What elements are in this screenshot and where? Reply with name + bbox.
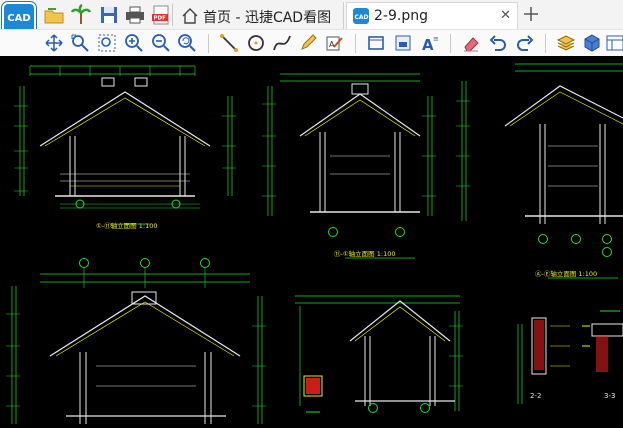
curve-icon[interactable] xyxy=(272,33,292,53)
zoom-window-icon[interactable] xyxy=(70,33,90,53)
app-logo-text: CAD xyxy=(7,13,31,24)
elevation-bottom-middle xyxy=(295,295,463,413)
panel-icon[interactable] xyxy=(605,33,623,53)
tab-drawing-label: 2-9.png xyxy=(374,8,428,24)
drawing-canvas[interactable]: ①-⑪轴立面图 1:100 ⑪-①轴立面图 1:100 Ⓐ-Ⓔ轴立面图 1:10… xyxy=(0,56,623,424)
layout-icon[interactable] xyxy=(393,33,413,53)
section-details: 2-2 3-3 xyxy=(517,310,623,404)
svg-text:≡: ≡ xyxy=(433,35,439,43)
pan-icon[interactable] xyxy=(44,33,64,53)
pdf-icon[interactable]: PDF xyxy=(150,4,172,26)
cad-drawing: ①-⑪轴立面图 1:100 ⑪-①轴立面图 1:100 Ⓐ-Ⓔ轴立面图 1:10… xyxy=(6,63,623,424)
svg-text:CAD: CAD xyxy=(355,14,369,21)
pen-icon[interactable] xyxy=(298,33,318,53)
zoom-previous-icon[interactable] xyxy=(177,33,197,53)
svg-text:A: A xyxy=(329,40,335,49)
elevation-bottom-left xyxy=(6,258,266,424)
text-edit-icon[interactable]: A xyxy=(325,33,345,53)
edit-toolbar-separator xyxy=(450,34,451,53)
tab-drawing[interactable]: CAD 2-9.png ✕ xyxy=(346,2,518,29)
palm-tree-icon[interactable] xyxy=(70,4,92,26)
quick-toolbar-separator xyxy=(172,4,173,26)
elevation-top-middle: ⑪-①轴立面图 1:100 xyxy=(262,73,436,259)
print-icon[interactable] xyxy=(124,4,146,26)
zoom-out-icon[interactable] xyxy=(151,33,171,53)
save-icon[interactable] xyxy=(98,4,120,26)
svg-text:PDF: PDF xyxy=(154,16,167,22)
view-toolbar-separator xyxy=(208,34,209,53)
view-toolbar: A A ≡ xyxy=(0,29,623,57)
undo-icon[interactable] xyxy=(488,33,508,53)
elevation-top-right: Ⓐ-Ⓔ轴立面图 1:100 xyxy=(456,63,623,279)
layers-icon[interactable] xyxy=(556,33,576,53)
title-bar: CAD PDF 首页 - 迅捷CAD看图 CAD 2-9.png ✕ A A ≡ xyxy=(0,0,623,57)
home-icon xyxy=(182,8,198,24)
tab-home-label: 首页 - 迅捷CAD看图 xyxy=(203,10,332,26)
zoom-in-icon[interactable] xyxy=(124,33,144,53)
new-tab-icon[interactable] xyxy=(520,3,542,25)
tab-home[interactable]: 首页 - 迅捷CAD看图 xyxy=(176,2,344,29)
draw-toolbar-separator xyxy=(355,34,356,53)
zoom-extents-icon[interactable] xyxy=(97,33,117,53)
section-label-3-3: 3-3 xyxy=(604,392,615,400)
elevation-top-left: ①-⑪轴立面图 1:100 xyxy=(14,65,236,230)
caption-elevation-2: ⑪-①轴立面图 1:100 xyxy=(334,249,395,258)
cad-file-icon: CAD xyxy=(353,8,369,24)
cube-icon[interactable] xyxy=(582,33,602,53)
text-style-icon[interactable]: A ≡ xyxy=(420,33,440,53)
close-tab-icon[interactable]: ✕ xyxy=(500,8,511,23)
frame-icon[interactable] xyxy=(366,33,386,53)
redo-icon[interactable] xyxy=(515,33,535,53)
circle-icon[interactable] xyxy=(246,33,266,53)
caption-elevation-1: ①-⑪轴立面图 1:100 xyxy=(96,221,157,230)
open-folder-icon[interactable] xyxy=(43,4,65,26)
eraser-icon[interactable] xyxy=(461,33,481,53)
line-icon[interactable] xyxy=(219,33,239,53)
section-label-2-2: 2-2 xyxy=(530,392,541,400)
history-toolbar-separator xyxy=(545,34,546,53)
caption-elevation-3: Ⓐ-Ⓔ轴立面图 1:100 xyxy=(535,269,597,278)
